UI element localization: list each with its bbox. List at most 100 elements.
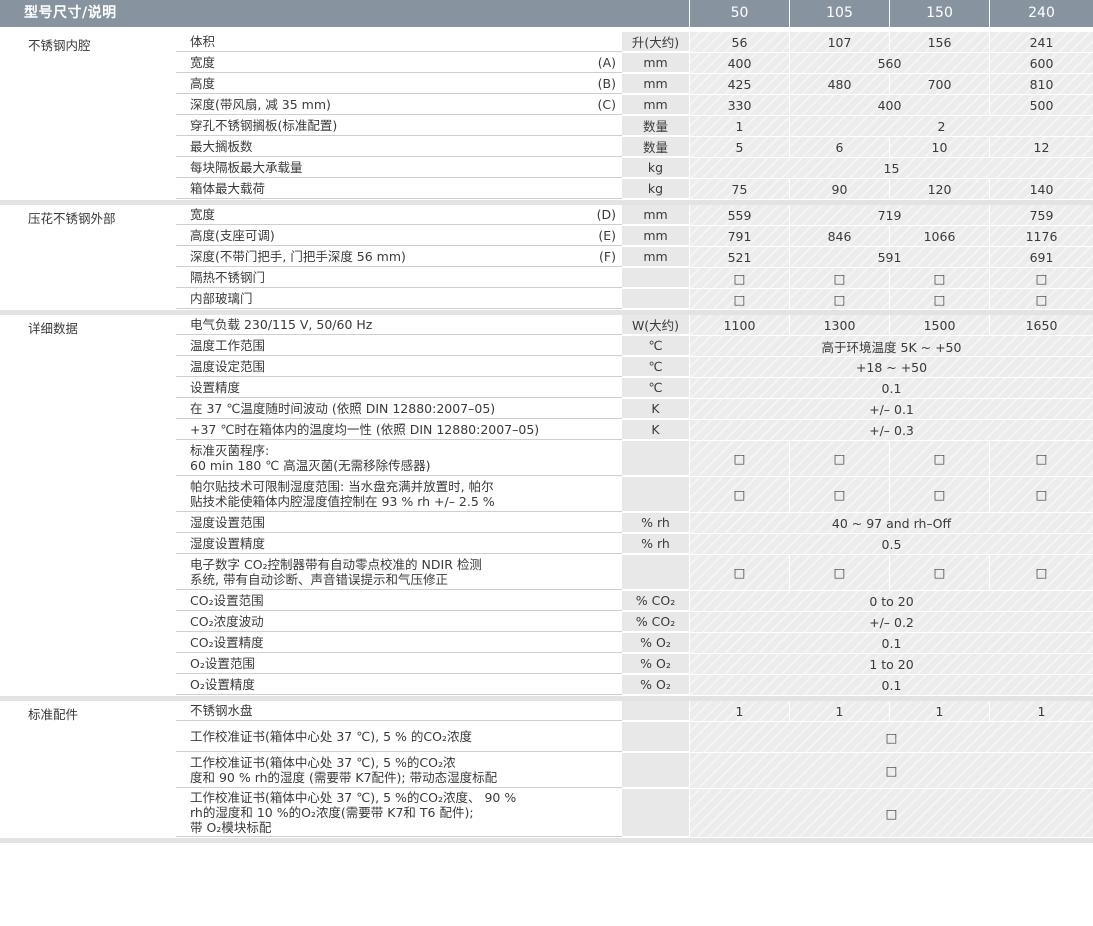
property-label: 在 37 ℃温度随时间波动 (依照 DIN 12880:2007–05) [176, 399, 576, 419]
value-cells: 425 480 700 810 [689, 74, 1093, 94]
value-cells: 40 ~ 97 and rh–Off [689, 513, 1093, 533]
cell-value: 1 [735, 118, 744, 134]
value-cell: 719 [789, 205, 989, 225]
cell-value: 90 [831, 181, 848, 197]
reference-label: (C) [576, 95, 622, 115]
cell-value: 156 [927, 34, 952, 50]
unit-label: ℃ [622, 378, 689, 398]
value-cells: 15 [689, 158, 1093, 178]
section-label [0, 441, 176, 444]
value-cell: 500 [989, 95, 1093, 115]
unit-label: ℃ [622, 336, 689, 356]
reference-label [576, 654, 622, 674]
unit-label: % rh [622, 534, 689, 554]
value-cell: □ [989, 555, 1093, 590]
checkbox-icon: □ [833, 291, 846, 307]
checkbox-icon: □ [933, 451, 946, 466]
value-cell: 10 [889, 137, 989, 157]
cell-value: 0 to 20 [869, 593, 914, 609]
value-cells: □ [689, 789, 1093, 837]
value-cell: 1 [889, 701, 989, 721]
value-cells: 56 107 156 241 [689, 32, 1093, 52]
cell-value: 700 [927, 76, 952, 92]
value-cells: 0.5 [689, 534, 1093, 554]
reference-label [576, 513, 622, 533]
section-label [0, 534, 176, 537]
cell-value: 719 [877, 207, 902, 223]
property-label: 工作校准证书(箱体中心处 37 ℃), 5 %的CO₂浓 度和 90 % rh的… [176, 753, 576, 788]
property-label: 工作校准证书(箱体中心处 37 ℃), 5 % 的CO₂浓度 [176, 722, 576, 752]
table-row: 电子数字 CO₂控制器带有自动零点校准的 NDIR 检测 系统, 带有自动诊断、… [0, 555, 1093, 591]
model-150: 150 [889, 0, 989, 27]
section-label: 标准配件 [28, 707, 79, 722]
reference-label [576, 591, 622, 611]
cell-value: 480 [827, 76, 852, 92]
checkbox-icon: □ [1035, 291, 1048, 307]
table-row: CO₂设置精度 % O₂ 0.1 [0, 633, 1093, 654]
cell-value: 500 [1029, 97, 1054, 113]
section-label [0, 420, 176, 423]
value-cell: 425 [689, 74, 789, 94]
table-row: 深度(带风扇, 减 35 mm) (C) mm 330 400 500 [0, 95, 1093, 116]
model-105: 105 [789, 0, 889, 27]
cell-value: 140 [1029, 181, 1054, 197]
checkbox-icon: □ [833, 565, 846, 580]
value-cell: 140 [989, 179, 1093, 199]
value-cells: 1 1 1 1 [689, 701, 1093, 721]
header-title: 型号尺寸/说明 [24, 5, 117, 21]
checkbox-icon: □ [1035, 487, 1048, 502]
value-cell: □ [689, 789, 1093, 837]
section-label [0, 378, 176, 381]
section-label [0, 336, 176, 339]
property-label: CO₂设置范围 [176, 591, 576, 611]
value-cell: 6 [789, 137, 889, 157]
property-label: 内部玻璃门 [176, 289, 576, 309]
value-cells: □ □ □ □ [689, 555, 1093, 590]
table-row: 详细数据 电气负载 230/115 V, 50/60 Hz W(大约) 1100 130… [0, 315, 1093, 336]
section: 详细数据 电气负载 230/115 V, 50/60 Hz W(大约) 1100 130… [0, 315, 1093, 701]
value-cells: □ □ □ □ [689, 477, 1093, 512]
reference-label: (A) [576, 53, 622, 73]
cell-value: 40 ~ 97 and rh–Off [831, 515, 952, 531]
reference-label [576, 378, 622, 398]
value-cell: 5 [689, 137, 789, 157]
property-label: 高度(支座可调) [176, 226, 576, 246]
reference-label [576, 116, 622, 136]
value-cell: 759 [989, 205, 1093, 225]
value-cells: 559 719 759 [689, 205, 1093, 225]
cell-value: 0.1 [881, 677, 902, 693]
cell-value: +18 ~ +50 [855, 359, 928, 375]
table-row: 标准灭菌程序: 60 min 180 ℃ 高温灭菌(无需移除传感器) □ □ □ □ [0, 441, 1093, 477]
reference-label [576, 675, 622, 695]
value-cell: 12 [989, 137, 1093, 157]
checkbox-icon: □ [1035, 565, 1048, 580]
property-label: 湿度设置范围 [176, 513, 576, 533]
cell-value: 1650 [1025, 317, 1058, 333]
unit-label: % CO₂ [622, 591, 689, 611]
value-cell: □ [689, 753, 1093, 788]
section-label [0, 753, 176, 756]
value-cell: +18 ~ +50 [689, 357, 1093, 377]
table-row: 宽度 (A) mm 400 560 600 [0, 53, 1093, 74]
property-label: 温度设定范围 [176, 357, 576, 377]
table-row: 穿孔不锈钢搁板(标准配置) 数量 1 2 [0, 116, 1093, 137]
value-cell: 560 [789, 53, 989, 73]
cell-value: 1300 [823, 317, 856, 333]
section-label [0, 95, 176, 98]
checkbox-icon: □ [885, 763, 898, 778]
value-cell: 480 [789, 74, 889, 94]
section-label [0, 53, 176, 56]
unit-label [622, 789, 689, 837]
section-label [0, 399, 176, 402]
checkbox-icon: □ [933, 291, 946, 307]
reference-label [576, 633, 622, 653]
reference-label [576, 336, 622, 356]
property-label: 湿度设置精度 [176, 534, 576, 554]
unit-label: mm [622, 74, 689, 94]
unit-label: kg [622, 179, 689, 199]
checkbox-icon: □ [933, 487, 946, 502]
value-cells: □ [689, 753, 1093, 788]
property-label: 电气负载 230/115 V, 50/60 Hz [176, 315, 576, 335]
value-cell: 600 [989, 53, 1093, 73]
reference-label: (F) [576, 247, 622, 267]
